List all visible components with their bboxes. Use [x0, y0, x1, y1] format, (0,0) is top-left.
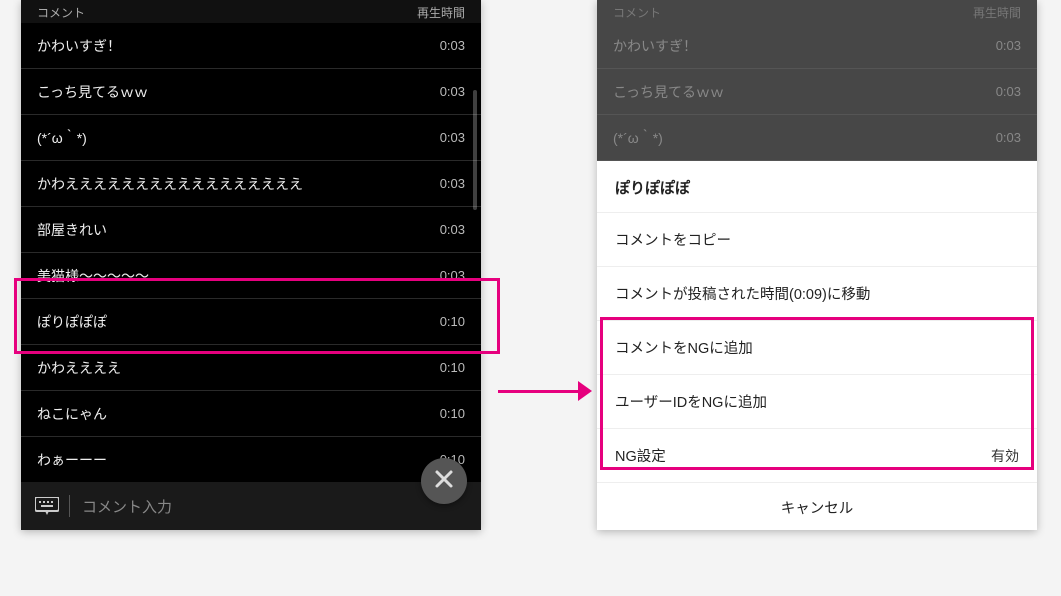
menu-cancel[interactable]: キャンセル	[597, 482, 1037, 530]
comment-text: ねこにゃん	[37, 404, 107, 424]
comment-row[interactable]: (*´ω｀*) 0:03	[21, 115, 481, 161]
comment-time: 0:03	[440, 176, 465, 191]
comment-text: (*´ω｀*)	[613, 128, 663, 148]
arrow-line	[498, 390, 582, 393]
menu-label: キャンセル	[781, 501, 854, 517]
comment-row: (*´ω｀*) 0:03	[597, 115, 1037, 161]
ng-settings-status: 有効	[991, 446, 1019, 466]
close-button[interactable]	[421, 458, 467, 504]
comment-text: わぁーーー	[37, 450, 107, 470]
menu-ng-user[interactable]: ユーザーIDをNGに追加	[597, 374, 1037, 428]
menu-copy-comment[interactable]: コメントをコピー	[597, 212, 1037, 266]
comment-time: 0:10	[440, 406, 465, 421]
comment-row[interactable]: ねこにゃん 0:10	[21, 391, 481, 437]
keyboard-icon	[35, 497, 59, 515]
close-icon	[434, 469, 454, 494]
comment-text: 美猫様～～～～～	[37, 266, 149, 286]
comment-row[interactable]: わぁーーー 0:10	[21, 437, 481, 483]
comment-row[interactable]: かわえええええええええええええええええ 0:03	[21, 161, 481, 207]
comment-time: 0:03	[440, 222, 465, 237]
comment-text: かわえええええええええええええええええ	[37, 174, 303, 194]
header-time-label: 再生時間	[973, 4, 1021, 21]
header-comment-label: コメント	[613, 4, 661, 21]
scrollbar[interactable]	[473, 90, 477, 210]
comment-text: ぽりぽぽぽ	[37, 312, 107, 332]
comment-list-header: コメント 再生時間	[597, 0, 1037, 23]
comment-list-header: コメント 再生時間	[21, 0, 481, 23]
comment-time: 0:03	[996, 38, 1021, 53]
header-time-label: 再生時間	[417, 4, 465, 21]
comment-text: こっち見てるｗｗ	[613, 82, 724, 102]
menu-ng-settings[interactable]: NG設定 有効	[597, 428, 1037, 482]
action-sheet: ぽりぽぽぽ コメントをコピー コメントが投稿された時間(0:09)に移動 コメン…	[597, 161, 1037, 530]
dimmed-background: コメント 再生時間 かわいすぎ！ 0:03 こっち見てるｗｗ 0:03 (*´ω…	[597, 0, 1037, 161]
comment-text: 部屋きれい	[37, 220, 107, 240]
comment-time: 0:10	[440, 360, 465, 375]
comment-row[interactable]: ぽりぽぽぽ 0:10	[21, 299, 481, 345]
comment-text: (*´ω｀*)	[37, 128, 87, 148]
divider	[69, 495, 70, 517]
menu-ng-comment[interactable]: コメントをNGに追加	[597, 320, 1037, 374]
comment-row[interactable]: かわいすぎ！ 0:03	[21, 23, 481, 69]
comment-time: 0:03	[996, 84, 1021, 99]
menu-label: コメントが投稿された時間(0:09)に移動	[615, 283, 870, 304]
comment-row[interactable]: 美猫様～～～～～ 0:03	[21, 253, 481, 299]
context-menu-panel: コメント 再生時間 かわいすぎ！ 0:03 こっち見てるｗｗ 0:03 (*´ω…	[597, 0, 1037, 530]
comment-text: かわええええ	[37, 358, 121, 378]
comment-row[interactable]: こっち見てるｗｗ 0:03	[21, 69, 481, 115]
comment-text: こっち見てるｗｗ	[37, 82, 148, 102]
menu-label: NG設定	[615, 445, 666, 466]
comment-rows: かわいすぎ！ 0:03 こっち見てるｗｗ 0:03 (*´ω｀*) 0:03 か…	[21, 23, 481, 483]
comment-list-panel: コメント 再生時間 かわいすぎ！ 0:03 こっち見てるｗｗ 0:03 (*´ω…	[21, 0, 481, 530]
menu-label: コメントをコピー	[615, 229, 731, 250]
comment-time: 0:03	[440, 268, 465, 283]
comment-input-placeholder: コメント入力	[82, 496, 172, 517]
comment-time: 0:03	[440, 84, 465, 99]
comment-row: かわいすぎ！ 0:03	[597, 23, 1037, 69]
comment-time: 0:10	[440, 314, 465, 329]
comment-time: 0:03	[440, 130, 465, 145]
menu-jump-to-time[interactable]: コメントが投稿された時間(0:09)に移動	[597, 266, 1037, 320]
comment-time: 0:03	[996, 130, 1021, 145]
menu-label: コメントをNGに追加	[615, 337, 753, 358]
header-comment-label: コメント	[37, 4, 85, 21]
comment-time: 0:03	[440, 38, 465, 53]
comment-row: こっち見てるｗｗ 0:03	[597, 69, 1037, 115]
comment-text: かわいすぎ！	[37, 36, 121, 56]
comment-row[interactable]: かわええええ 0:10	[21, 345, 481, 391]
comment-input-bar[interactable]: コメント入力	[21, 482, 481, 530]
arrow-head-icon	[578, 381, 592, 401]
menu-label: ユーザーIDをNGに追加	[615, 391, 767, 412]
action-sheet-title: ぽりぽぽぽ	[597, 161, 1037, 212]
comment-row[interactable]: 部屋きれい 0:03	[21, 207, 481, 253]
comment-text: かわいすぎ！	[613, 36, 697, 56]
